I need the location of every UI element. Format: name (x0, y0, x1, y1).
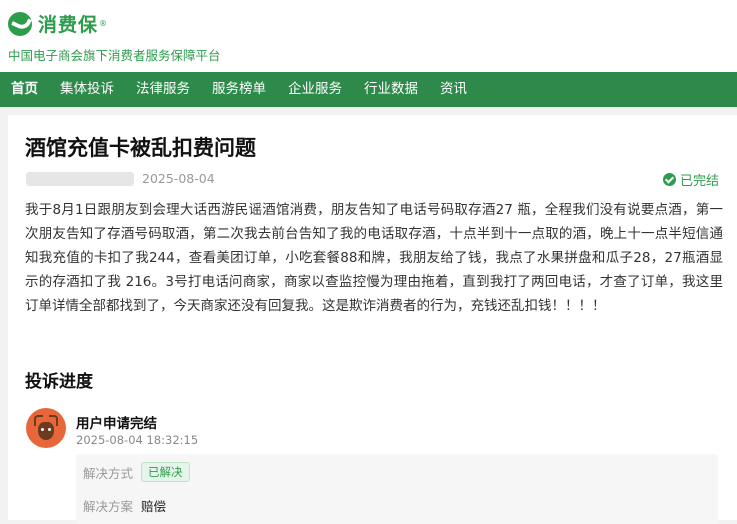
resolution-method-label: 解决方式 (83, 465, 134, 481)
blurred-username (26, 172, 134, 186)
brand-name: 消费保 (38, 14, 99, 36)
resolution-detail-box: 解决方式 已解决 解决方案 赔偿 (76, 454, 718, 524)
avatar-eye-left (41, 428, 44, 431)
main-nav: 首页 集体投诉 法律服务 服务榜单 企业服务 行业数据 资讯 (0, 72, 737, 107)
site-logo[interactable]: 消费保 ® (8, 10, 107, 37)
status-badge: 已完结 (662, 170, 719, 189)
brand-tagline: 中国电子商会旗下消费者服务保障平台 (8, 48, 221, 63)
progress-title: 投诉进度 (25, 372, 93, 392)
status-text: 已完结 (679, 174, 719, 189)
reindeer-face-icon (38, 422, 54, 440)
site-header: 消费保 ® 中国电子商会旗下消费者服务保障平台 (0, 0, 737, 72)
complaint-title: 酒馆充值卡被乱扣费问题 (25, 136, 256, 160)
avatar (26, 408, 66, 448)
logo-check-icon (8, 11, 32, 36)
check-circle-icon (662, 173, 676, 186)
resolution-plan-row: 解决方案 赔偿 (83, 496, 166, 515)
resolution-plan-label: 解决方案 (83, 499, 134, 514)
progress-step-time: 2025-08-04 18:32:15 (76, 433, 199, 447)
nav-item-service-ranking[interactable]: 服务榜单 (201, 72, 277, 107)
complaint-date: 2025-08-04 (142, 171, 215, 186)
progress-step-title: 用户申请完结 (76, 416, 157, 432)
avatar-eye-right (48, 428, 51, 431)
complaint-content: 我于8月1日跟朋友到会理大话西游民谣酒馆消费，朋友告知了电话号码取存酒27 瓶，… (25, 202, 723, 314)
nav-item-group-complaint[interactable]: 集体投诉 (49, 72, 125, 107)
resolved-badge: 已解决 (141, 462, 190, 482)
complaint-card: 酒馆充值卡被乱扣费问题 2025-08-04 已完结 我于8月1日跟朋友到会理大… (8, 115, 737, 524)
nav-item-home[interactable]: 首页 (0, 72, 49, 107)
nav-item-news[interactable]: 资讯 (429, 72, 478, 107)
registered-mark: ® (99, 19, 108, 28)
resolution-method-row: 解决方式 已解决 (83, 462, 190, 482)
nav-item-enterprise-service[interactable]: 企业服务 (277, 72, 353, 107)
nav-item-legal-service[interactable]: 法律服务 (125, 72, 201, 107)
resolution-plan-value: 赔偿 (141, 499, 167, 514)
nav-item-industry-data[interactable]: 行业数据 (353, 72, 429, 107)
